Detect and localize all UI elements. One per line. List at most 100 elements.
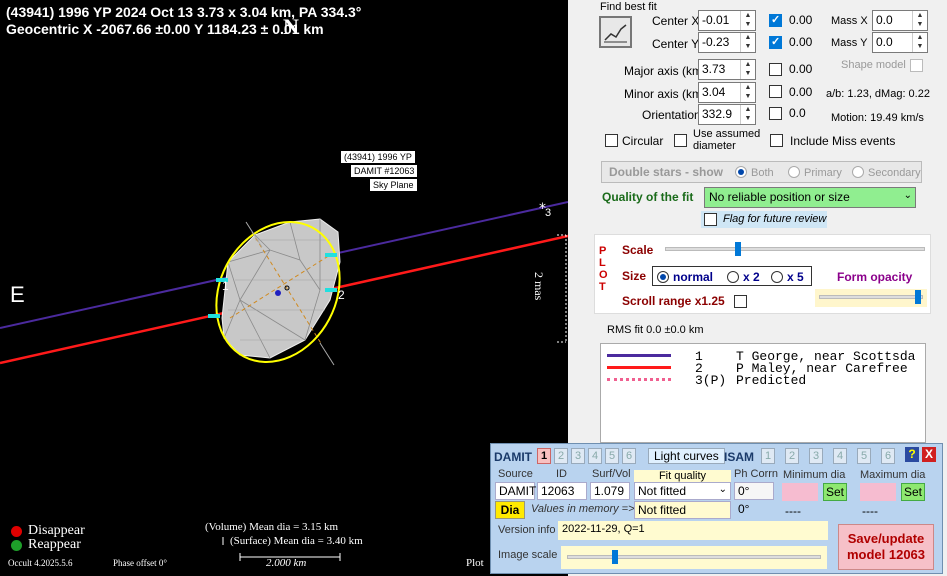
close-button[interactable]: X: [922, 447, 936, 462]
orientation-input[interactable]: 332.9 ▲ ▼: [698, 104, 756, 125]
plot-label: Plot: [466, 557, 484, 569]
major-axis-checkbox[interactable]: [769, 63, 782, 76]
size-normal-radio[interactable]: normal: [657, 270, 713, 284]
rms-fit-text: RMS fit 0.0 ±0.0 km: [607, 324, 704, 336]
center-x-checkbox[interactable]: [769, 13, 782, 27]
plot-options-group: PLOT Scale Size normal x 2 x 5 Form opac…: [594, 234, 931, 314]
flag-review-checkbox[interactable]: [704, 213, 717, 226]
legend-line-swatch: [607, 378, 671, 381]
save-update-model-button[interactable]: Save/update model 12063: [838, 524, 934, 570]
major-axis-input[interactable]: 3.73 ▲ ▼: [698, 59, 756, 80]
opacity-slider[interactable]: [819, 295, 923, 299]
center-y-label: Center Y: [652, 37, 700, 51]
help-button[interactable]: ?: [905, 447, 919, 462]
version-info-value: 2022-11-29, Q=1: [558, 521, 828, 540]
shape-model-checkbox[interactable]: [910, 59, 923, 72]
damit-label: DAMIT: [494, 450, 532, 464]
orientation-label: Orientation: [642, 108, 701, 122]
north-label: N: [283, 14, 299, 39]
isam-tab-2[interactable]: 2: [785, 448, 799, 464]
disappear-dot: [11, 526, 22, 537]
center-y-input[interactable]: -0.23 ▲ ▼: [698, 32, 756, 53]
volume-dia: (Volume) Mean dia = 3.15 km: [205, 521, 339, 533]
occultation-plot[interactable]: * (43941) 1996 YP 2024 Oct 13 3.73 x 3.0…: [0, 0, 568, 576]
plot-canvas: *: [0, 201, 568, 561]
shape-model-label: Shape model: [841, 59, 906, 71]
primary-radio[interactable]: Primary: [788, 166, 842, 179]
orientation-checkbox[interactable]: [769, 107, 782, 120]
surface-dia: (Surface) Mean dia = 3.40 km: [230, 535, 363, 547]
fit-quality-memory: Not fitted: [634, 501, 731, 519]
assumed-diameter-checkbox[interactable]: [674, 134, 687, 147]
legend-observer-text: Predicted: [736, 373, 807, 388]
source-header: Source: [498, 468, 533, 480]
fit-quality-select[interactable]: Not fitted ⌄: [634, 482, 731, 500]
scale-slider[interactable]: [665, 247, 925, 251]
asteroid-label: (43941) 1996 YP: [341, 151, 415, 163]
size-radio-group: normal x 2 x 5: [652, 266, 812, 286]
isam-tab-4[interactable]: 4: [833, 448, 847, 464]
size-x2-radio[interactable]: x 2: [727, 270, 760, 284]
ph-corrn-memory: 0°: [738, 502, 750, 516]
orientation-unc: 0.0: [789, 106, 806, 120]
max-dia-input[interactable]: [860, 483, 896, 501]
ph-corrn-header: Ph Corrn: [734, 468, 779, 480]
isam-tab-5[interactable]: 5: [857, 448, 871, 464]
legend-number: 3(P): [695, 373, 727, 388]
scale-label: Scale: [622, 243, 654, 257]
ab-ratio-text: a/b: 1.23, dMag: 0.22: [826, 88, 930, 100]
motion-text: Motion: 19.49 km/s: [831, 112, 924, 124]
both-radio[interactable]: Both: [735, 166, 774, 179]
reappear-label: Reappear: [28, 537, 81, 552]
damit-tab-3[interactable]: 3: [571, 448, 585, 464]
major-axis-unc: 0.00: [789, 62, 813, 76]
min-dia-input[interactable]: [782, 483, 818, 501]
center-x-input[interactable]: -0.01 ▲ ▼: [698, 10, 756, 31]
size-label: Size: [622, 269, 647, 283]
miss-events-label: Include Miss events: [790, 134, 896, 148]
size-x5-radio[interactable]: x 5: [771, 270, 804, 284]
plot-title-line1: (43941) 1996 YP 2024 Oct 13 3.73 x 3.04 …: [6, 4, 362, 20]
secondary-radio[interactable]: Secondary: [852, 166, 921, 179]
chord-label-2: 2: [338, 288, 345, 302]
find-best-fit-button[interactable]: [599, 16, 632, 48]
damit-tab-5[interactable]: 5: [605, 448, 619, 464]
damit-tab-6[interactable]: 6: [622, 448, 636, 464]
minor-axis-checkbox[interactable]: [769, 85, 782, 98]
id-header: ID: [556, 468, 567, 480]
double-stars-group: Double stars - show Both Primary Seconda…: [601, 161, 922, 183]
fit-quality-header: Fit quality: [634, 470, 731, 482]
mass-y-input[interactable]: 0.0 ▲ ▼: [872, 32, 928, 53]
isam-tab-6[interactable]: 6: [881, 448, 895, 464]
center-x-unc: 0.00: [789, 13, 813, 27]
minor-axis-input[interactable]: 3.04 ▲ ▼: [698, 82, 756, 103]
max-dia-header: Maximum dia: [860, 469, 926, 481]
scroll-range-label: Scroll range x1.25: [622, 294, 725, 308]
isam-tab-1[interactable]: 1: [761, 448, 775, 464]
mass-y-label: Mass Y: [831, 37, 868, 49]
damit-tab-1[interactable]: 1: [537, 448, 551, 464]
scale-slider-thumb[interactable]: [734, 242, 741, 256]
opacity-slider-thumb[interactable]: [914, 290, 921, 304]
image-scale-slider[interactable]: [567, 555, 821, 559]
flag-review-row: Flag for future review: [701, 211, 827, 228]
scale-km-label: 2.000 km: [266, 557, 307, 569]
damit-tab-2[interactable]: 2: [554, 448, 568, 464]
double-stars-label: Double stars - show: [609, 165, 724, 179]
find-best-fit-title: Find best fit: [600, 1, 657, 13]
center-y-checkbox[interactable]: [769, 35, 782, 49]
scroll-range-checkbox[interactable]: [734, 295, 747, 308]
mass-x-input[interactable]: 0.0 ▲ ▼: [872, 10, 928, 31]
circular-checkbox[interactable]: [605, 134, 618, 147]
isam-tab-3[interactable]: 3: [809, 448, 823, 464]
light-curves-button[interactable]: Light curves: [648, 448, 725, 464]
chevron-down-icon: ⌄: [718, 484, 727, 495]
miss-events-checkbox[interactable]: [770, 134, 783, 147]
quality-select[interactable]: No reliable position or size ⌄: [704, 187, 916, 208]
set-min-dia-button[interactable]: Set: [823, 483, 847, 501]
image-scale-slider-thumb[interactable]: [612, 550, 619, 564]
damit-tab-4[interactable]: 4: [588, 448, 602, 464]
version-info-label: Version info: [498, 524, 556, 536]
dia-button[interactable]: Dia: [495, 501, 525, 519]
set-max-dia-button[interactable]: Set: [901, 483, 925, 501]
